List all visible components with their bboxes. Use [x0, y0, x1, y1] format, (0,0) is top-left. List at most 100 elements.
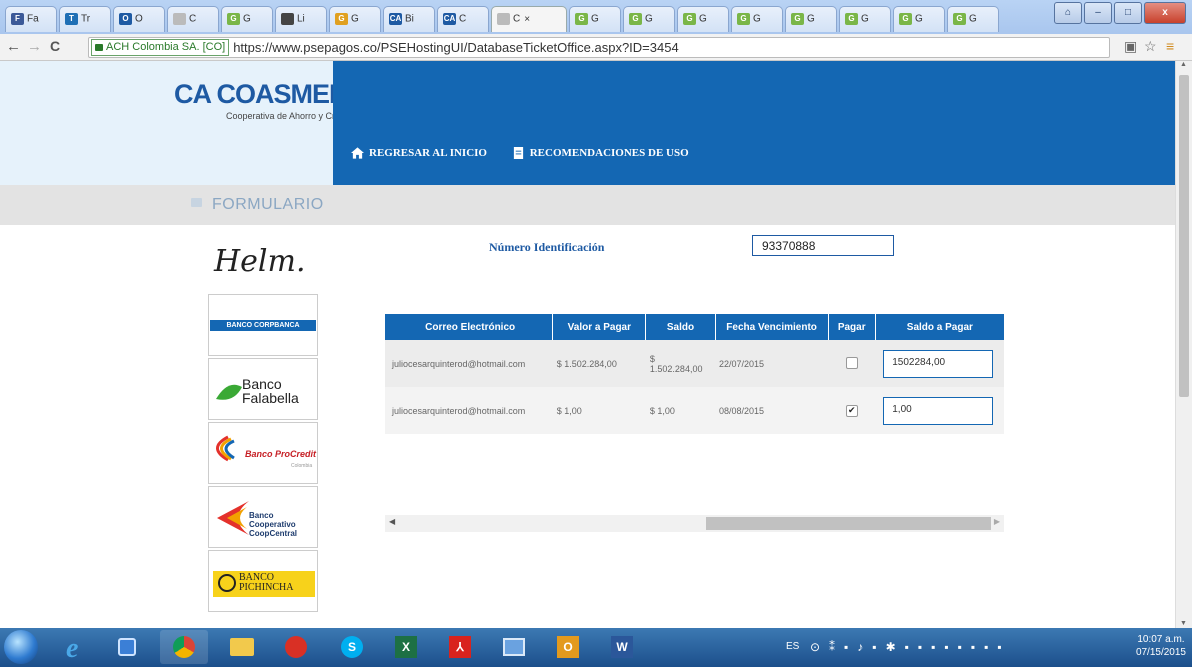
nav-home-link[interactable]: REGRESAR AL INICIO	[351, 147, 487, 160]
taskbar-ie-icon[interactable]: e	[50, 630, 98, 664]
reload-button[interactable]: C	[50, 38, 60, 54]
scroll-left-arrow-icon[interactable]: ◀	[389, 517, 395, 526]
cell-valor: $ 1.502.284,00	[552, 340, 646, 387]
taskbar-outlook-icon[interactable]: O	[544, 630, 592, 664]
browser-tab[interactable]: GG	[329, 6, 381, 32]
profile-button[interactable]: ⌂	[1054, 2, 1082, 24]
url-text: https://www.psepagos.co/PSEHostingUI/Dat…	[233, 40, 679, 55]
saldo-pagar-input[interactable]: 1,00	[883, 396, 994, 425]
page-vertical-scrollbar[interactable]: ▲ ▼	[1175, 61, 1192, 628]
clock-date: 07/15/2015	[1135, 647, 1186, 658]
procredit-wordmark: Banco ProCredit	[245, 449, 317, 459]
taskbar-chrome-icon[interactable]	[160, 630, 208, 664]
taskbar-skype-icon[interactable]: S	[328, 630, 376, 664]
tab-title: Tr	[81, 13, 91, 25]
browser-tab[interactable]: CA Bi	[383, 6, 435, 32]
tab-title: G	[753, 13, 761, 25]
browser-tab[interactable]: CA C	[437, 6, 489, 32]
bank-logo-corpbanca[interactable]: BANCO CORPBANCA	[208, 294, 318, 356]
scroll-up-arrow-icon[interactable]: ▲	[1180, 61, 1187, 68]
logo-area: CA COASMEDAS Cooperativa de Ahorro y Cré…	[0, 61, 384, 185]
bank-logo-procredit[interactable]: Banco ProCredit Colombia	[208, 422, 318, 484]
maximize-button[interactable]: □	[1114, 2, 1142, 24]
taskbar-app-icon[interactable]	[104, 630, 152, 664]
taskbar-excel-icon[interactable]: X	[382, 630, 430, 664]
id-number-field[interactable]: 93370888	[752, 235, 894, 256]
extension-icon[interactable]: ▣	[1124, 38, 1137, 55]
nav-recommendations-link[interactable]: RECOMENDACIONES DE USO	[512, 147, 689, 160]
url-field[interactable]: ACH Colombia SA. [CO] https://www.psepago…	[88, 37, 1110, 58]
procredit-country: Colombia	[291, 463, 313, 469]
tab-favicon-icon: G	[629, 13, 642, 25]
cell-pagar: ✔	[828, 387, 876, 434]
minimize-button[interactable]: –	[1084, 2, 1112, 24]
taskbar-acrobat-icon[interactable]: ⅄	[436, 630, 484, 664]
ev-certificate-badge[interactable]: ACH Colombia SA. [CO]	[91, 39, 230, 56]
header-banner: REGRESAR AL INICIO RECOMENDACIONES DE US…	[333, 61, 1175, 185]
col-email: Correo Electrónico	[388, 314, 554, 340]
tab-title: C	[189, 13, 197, 25]
tray-icons[interactable]: ⊙⁑▪♪▪✱▪▪▪▪▪▪▪▪	[810, 640, 1011, 654]
bank-logo-helm[interactable]: Helm.	[208, 230, 318, 292]
cell-email: juliocesarquinterod@hotmail.com	[388, 387, 553, 434]
table-horizontal-scrollbar[interactable]: ◀ ▶	[385, 515, 1004, 532]
procredit-swirl-icon	[216, 435, 235, 462]
cell-saldo: $ 1,00	[645, 387, 716, 434]
browser-tab[interactable]: GG	[839, 6, 891, 32]
browser-tab[interactable]: C ×	[491, 6, 567, 32]
taskbar-explorer-icon[interactable]	[218, 630, 266, 664]
cell-saldo-amount: 1.502.284,00	[649, 363, 703, 374]
browser-tab[interactable]: OO	[113, 6, 165, 32]
saldo-pagar-input[interactable]: 1502284,00	[883, 349, 994, 378]
scroll-down-arrow-icon[interactable]: ▼	[1180, 620, 1187, 627]
browser-tab[interactable]: GG	[623, 6, 675, 32]
browser-tab[interactable]: Li	[275, 6, 327, 32]
falabella-wordmark: Banco Falabella	[242, 376, 299, 406]
pagar-checkbox[interactable]: ✔	[845, 404, 858, 417]
tab-title: G	[915, 13, 923, 25]
browser-tab[interactable]: C	[167, 6, 219, 32]
browser-tab[interactable]: GG	[893, 6, 945, 32]
back-button[interactable]: ←	[6, 38, 21, 55]
scrollbar-thumb[interactable]	[706, 517, 991, 530]
lock-icon	[191, 198, 202, 208]
start-button[interactable]	[4, 630, 38, 664]
browser-tab[interactable]: GG	[785, 6, 837, 32]
bookmark-star-icon[interactable]: ☆	[1144, 38, 1157, 55]
bank-logo-coopcentral[interactable]: Banco Cooperativo CoopCentral	[208, 486, 318, 548]
coasmedas-logo[interactable]: CA COASMEDAS Cooperativa de Ahorro y Cré…	[174, 79, 384, 129]
windows-taskbar: e S X ⅄ O W ES ⊙⁑▪♪▪✱▪▪▪▪▪▪▪▪ 10:07 a.m.…	[0, 628, 1192, 667]
pagar-checkbox[interactable]	[845, 356, 858, 369]
taskbar-word-icon[interactable]: W	[598, 630, 646, 664]
close-tab-icon[interactable]: ×	[524, 14, 530, 25]
browser-tab[interactable]: GG	[731, 6, 783, 32]
cell-saldo-currency: $	[649, 353, 655, 364]
browser-tab[interactable]: GG	[569, 6, 621, 32]
taskbar-shield-icon[interactable]	[272, 630, 320, 664]
menu-icon[interactable]: ≡	[1166, 38, 1174, 54]
falabella-leaf-icon	[216, 384, 242, 400]
browser-tab[interactable]: T Tr	[59, 6, 111, 32]
cell-saldo-amount: $ 1,00	[649, 405, 675, 416]
tab-favicon-icon: G	[335, 13, 348, 25]
tab-favicon-icon: G	[737, 13, 750, 25]
taskbar-window-icon[interactable]	[490, 630, 538, 664]
clock[interactable]: 10:07 a.m. 07/15/2015	[1136, 633, 1186, 659]
bank-logo-falabella[interactable]: Banco Falabella	[208, 358, 318, 420]
language-indicator[interactable]: ES	[786, 641, 799, 652]
bank-logo-pichincha[interactable]: BANCO PICHINCHA	[208, 550, 318, 612]
nav-home-label: REGRESAR AL INICIO	[369, 147, 487, 159]
browser-tab[interactable]: GG	[221, 6, 273, 32]
browser-tab[interactable]: GG	[947, 6, 999, 32]
close-window-button[interactable]: x	[1144, 2, 1186, 24]
tab-favicon-icon	[497, 13, 510, 25]
tab-title: O	[135, 13, 143, 25]
scrollbar-thumb[interactable]	[1179, 75, 1189, 397]
helm-wordmark: Helm.	[214, 244, 306, 279]
forward-button[interactable]: →	[27, 38, 42, 55]
browser-tab[interactable]: F Fa	[5, 6, 57, 32]
tab-favicon-icon: G	[575, 13, 588, 25]
browser-tab[interactable]: GG	[677, 6, 729, 32]
cell-saldo-pagar: 1502284,00	[875, 340, 1004, 387]
scroll-right-arrow-icon[interactable]: ▶	[994, 517, 1000, 526]
